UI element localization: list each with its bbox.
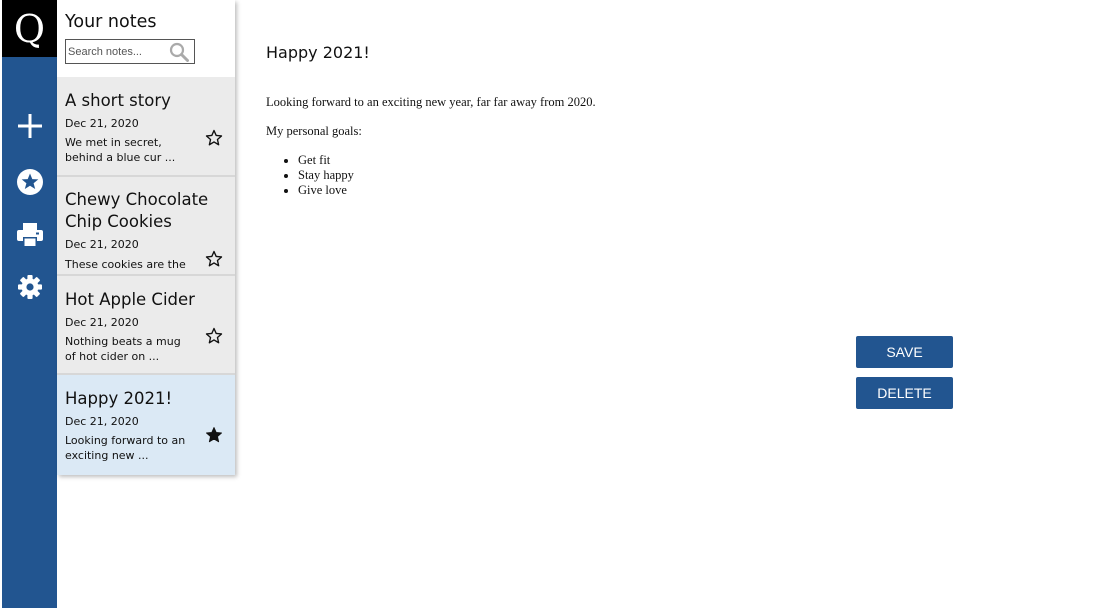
note-preview: Looking forward to an exciting new ...	[65, 434, 186, 462]
star-filled-icon[interactable]	[205, 426, 223, 444]
app-logo: Q	[2, 0, 57, 57]
notes-panel-header: Your notes	[57, 0, 235, 77]
note-date: Dec 21, 2020	[65, 117, 139, 130]
note-editor-title[interactable]: Happy 2021!	[266, 43, 370, 62]
note-title: Happy 2021!	[65, 389, 173, 408]
notes-panel: Your notes A short story Dec 21, 2020 We…	[57, 0, 235, 475]
search-box[interactable]	[65, 39, 195, 64]
note-item-chocolate-chip-cookies[interactable]: Chewy Chocolate Chip Cookies Dec 21, 202…	[57, 177, 235, 274]
list-item: Stay happy	[298, 168, 596, 183]
goals-list: Get fit Stay happy Give love	[266, 153, 596, 198]
note-item-hot-apple-cider[interactable]: Hot Apple Cider Dec 21, 2020 Nothing bea…	[57, 276, 235, 373]
favorites-button[interactable]	[2, 162, 57, 202]
note-preview: We met in secret, behind a blue cur ...	[65, 136, 176, 164]
star-outline-icon[interactable]	[205, 129, 223, 147]
star-circle-icon	[16, 169, 43, 195]
gear-icon	[17, 275, 42, 299]
add-note-button[interactable]	[2, 106, 57, 146]
star-outline-icon[interactable]	[205, 327, 223, 345]
note-item-happy-2021[interactable]: Happy 2021! Dec 21, 2020 Looking forward…	[57, 375, 235, 475]
sidebar-rail: Q	[2, 0, 57, 608]
note-preview: Nothing beats a mug of hot cider on ...	[65, 335, 181, 363]
body-paragraph: My personal goals:	[266, 124, 362, 138]
note-date: Dec 21, 2020	[65, 238, 139, 251]
printer-icon	[16, 223, 43, 247]
note-preview: These cookies are the	[65, 258, 186, 271]
list-item: Get fit	[298, 153, 596, 168]
list-item: Give love	[298, 183, 596, 198]
delete-button[interactable]: DELETE	[856, 377, 953, 409]
note-editor-body[interactable]: Looking forward to an exciting new year,…	[266, 95, 596, 198]
note-item-short-story[interactable]: A short story Dec 21, 2020 We met in sec…	[57, 77, 235, 175]
settings-button[interactable]	[2, 267, 57, 307]
star-outline-icon[interactable]	[205, 250, 223, 268]
note-title: Hot Apple Cider	[65, 290, 195, 309]
note-title: A short story	[65, 91, 171, 110]
note-date: Dec 21, 2020	[65, 316, 139, 329]
save-button[interactable]: SAVE	[856, 336, 953, 368]
search-input[interactable]	[66, 40, 168, 63]
note-date: Dec 21, 2020	[65, 415, 139, 428]
body-paragraph: Looking forward to an exciting new year,…	[266, 95, 596, 109]
note-title: Chewy Chocolate Chip Cookies	[65, 190, 209, 231]
plus-icon	[17, 114, 42, 138]
notes-panel-title: Your notes	[65, 12, 157, 32]
search-icon[interactable]	[169, 42, 189, 62]
print-button[interactable]	[2, 215, 57, 255]
